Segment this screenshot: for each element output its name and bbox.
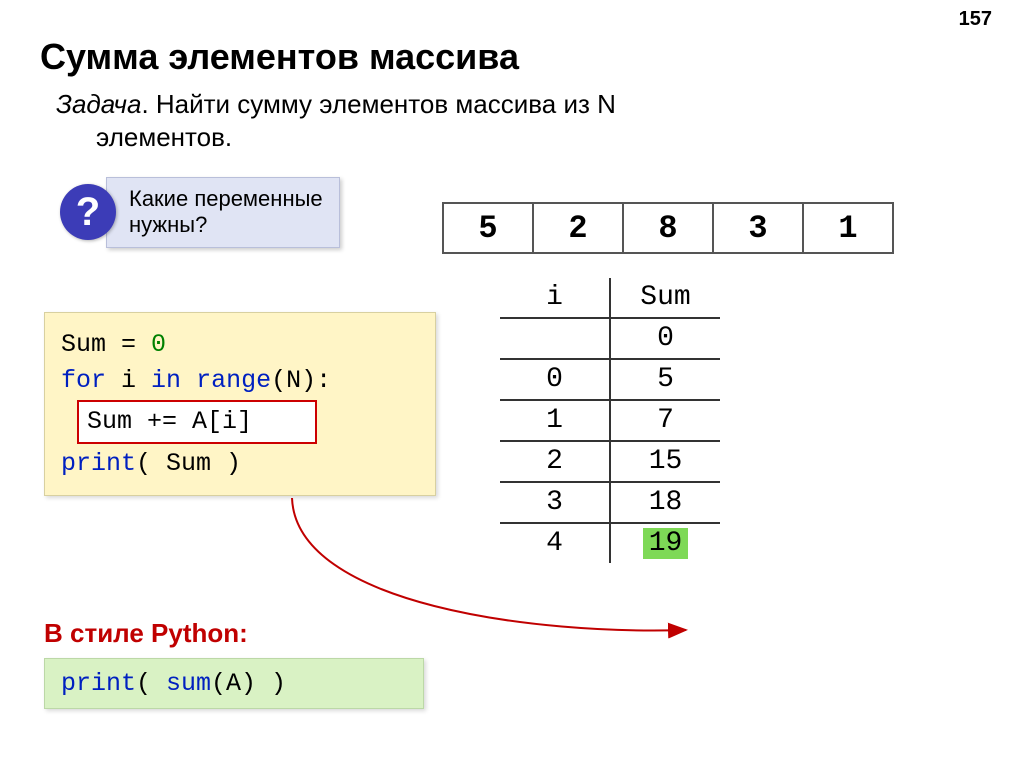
trace-row: 318 [500, 482, 720, 523]
trace-row: 05 [500, 359, 720, 400]
code-line-1: Sum = 0 [61, 327, 419, 363]
python-style-code: print( sum(A) ) [44, 658, 424, 709]
trace-row: 419 [500, 523, 720, 563]
trace-header-sum: Sum [610, 278, 720, 318]
code-line-4: print( Sum ) [61, 446, 419, 482]
array-cell: 2 [532, 202, 624, 254]
python-style-label: В стиле Python: [44, 618, 248, 649]
trace-row: 0 [500, 318, 720, 359]
result-highlight: 19 [643, 528, 689, 559]
trace-header-i: i [500, 278, 610, 318]
highlighted-code-line: Sum += A[i] [77, 400, 317, 444]
task-text-2: элементов. [56, 122, 232, 152]
array-cell: 3 [712, 202, 804, 254]
question-text-box: Какие переменные нужны? [106, 177, 340, 248]
page-number: 157 [959, 8, 992, 31]
trace-row: 215 [500, 441, 720, 482]
task-text: . Найти сумму элементов массива из N [141, 89, 615, 119]
array-cell: 1 [802, 202, 894, 254]
code-line-2: for i in range(N): [61, 363, 419, 399]
question-line2: нужны? [129, 212, 207, 237]
question-line1: Какие переменные [129, 186, 323, 211]
task-description: Задача. Найти сумму элементов массива из… [56, 88, 984, 153]
trace-table: i Sum 0 05 17 215 318 419 [500, 278, 720, 563]
trace-row: 17 [500, 400, 720, 441]
array-cell: 8 [622, 202, 714, 254]
array-visualization: 5 2 8 3 1 [444, 202, 894, 254]
slide-title: Сумма элементов массива [40, 36, 984, 78]
task-label: Задача [56, 89, 141, 119]
array-cell: 5 [442, 202, 534, 254]
main-code-block: Sum = 0 for i in range(N): Sum += A[i] p… [44, 312, 436, 496]
question-mark-icon: ? [60, 184, 116, 240]
